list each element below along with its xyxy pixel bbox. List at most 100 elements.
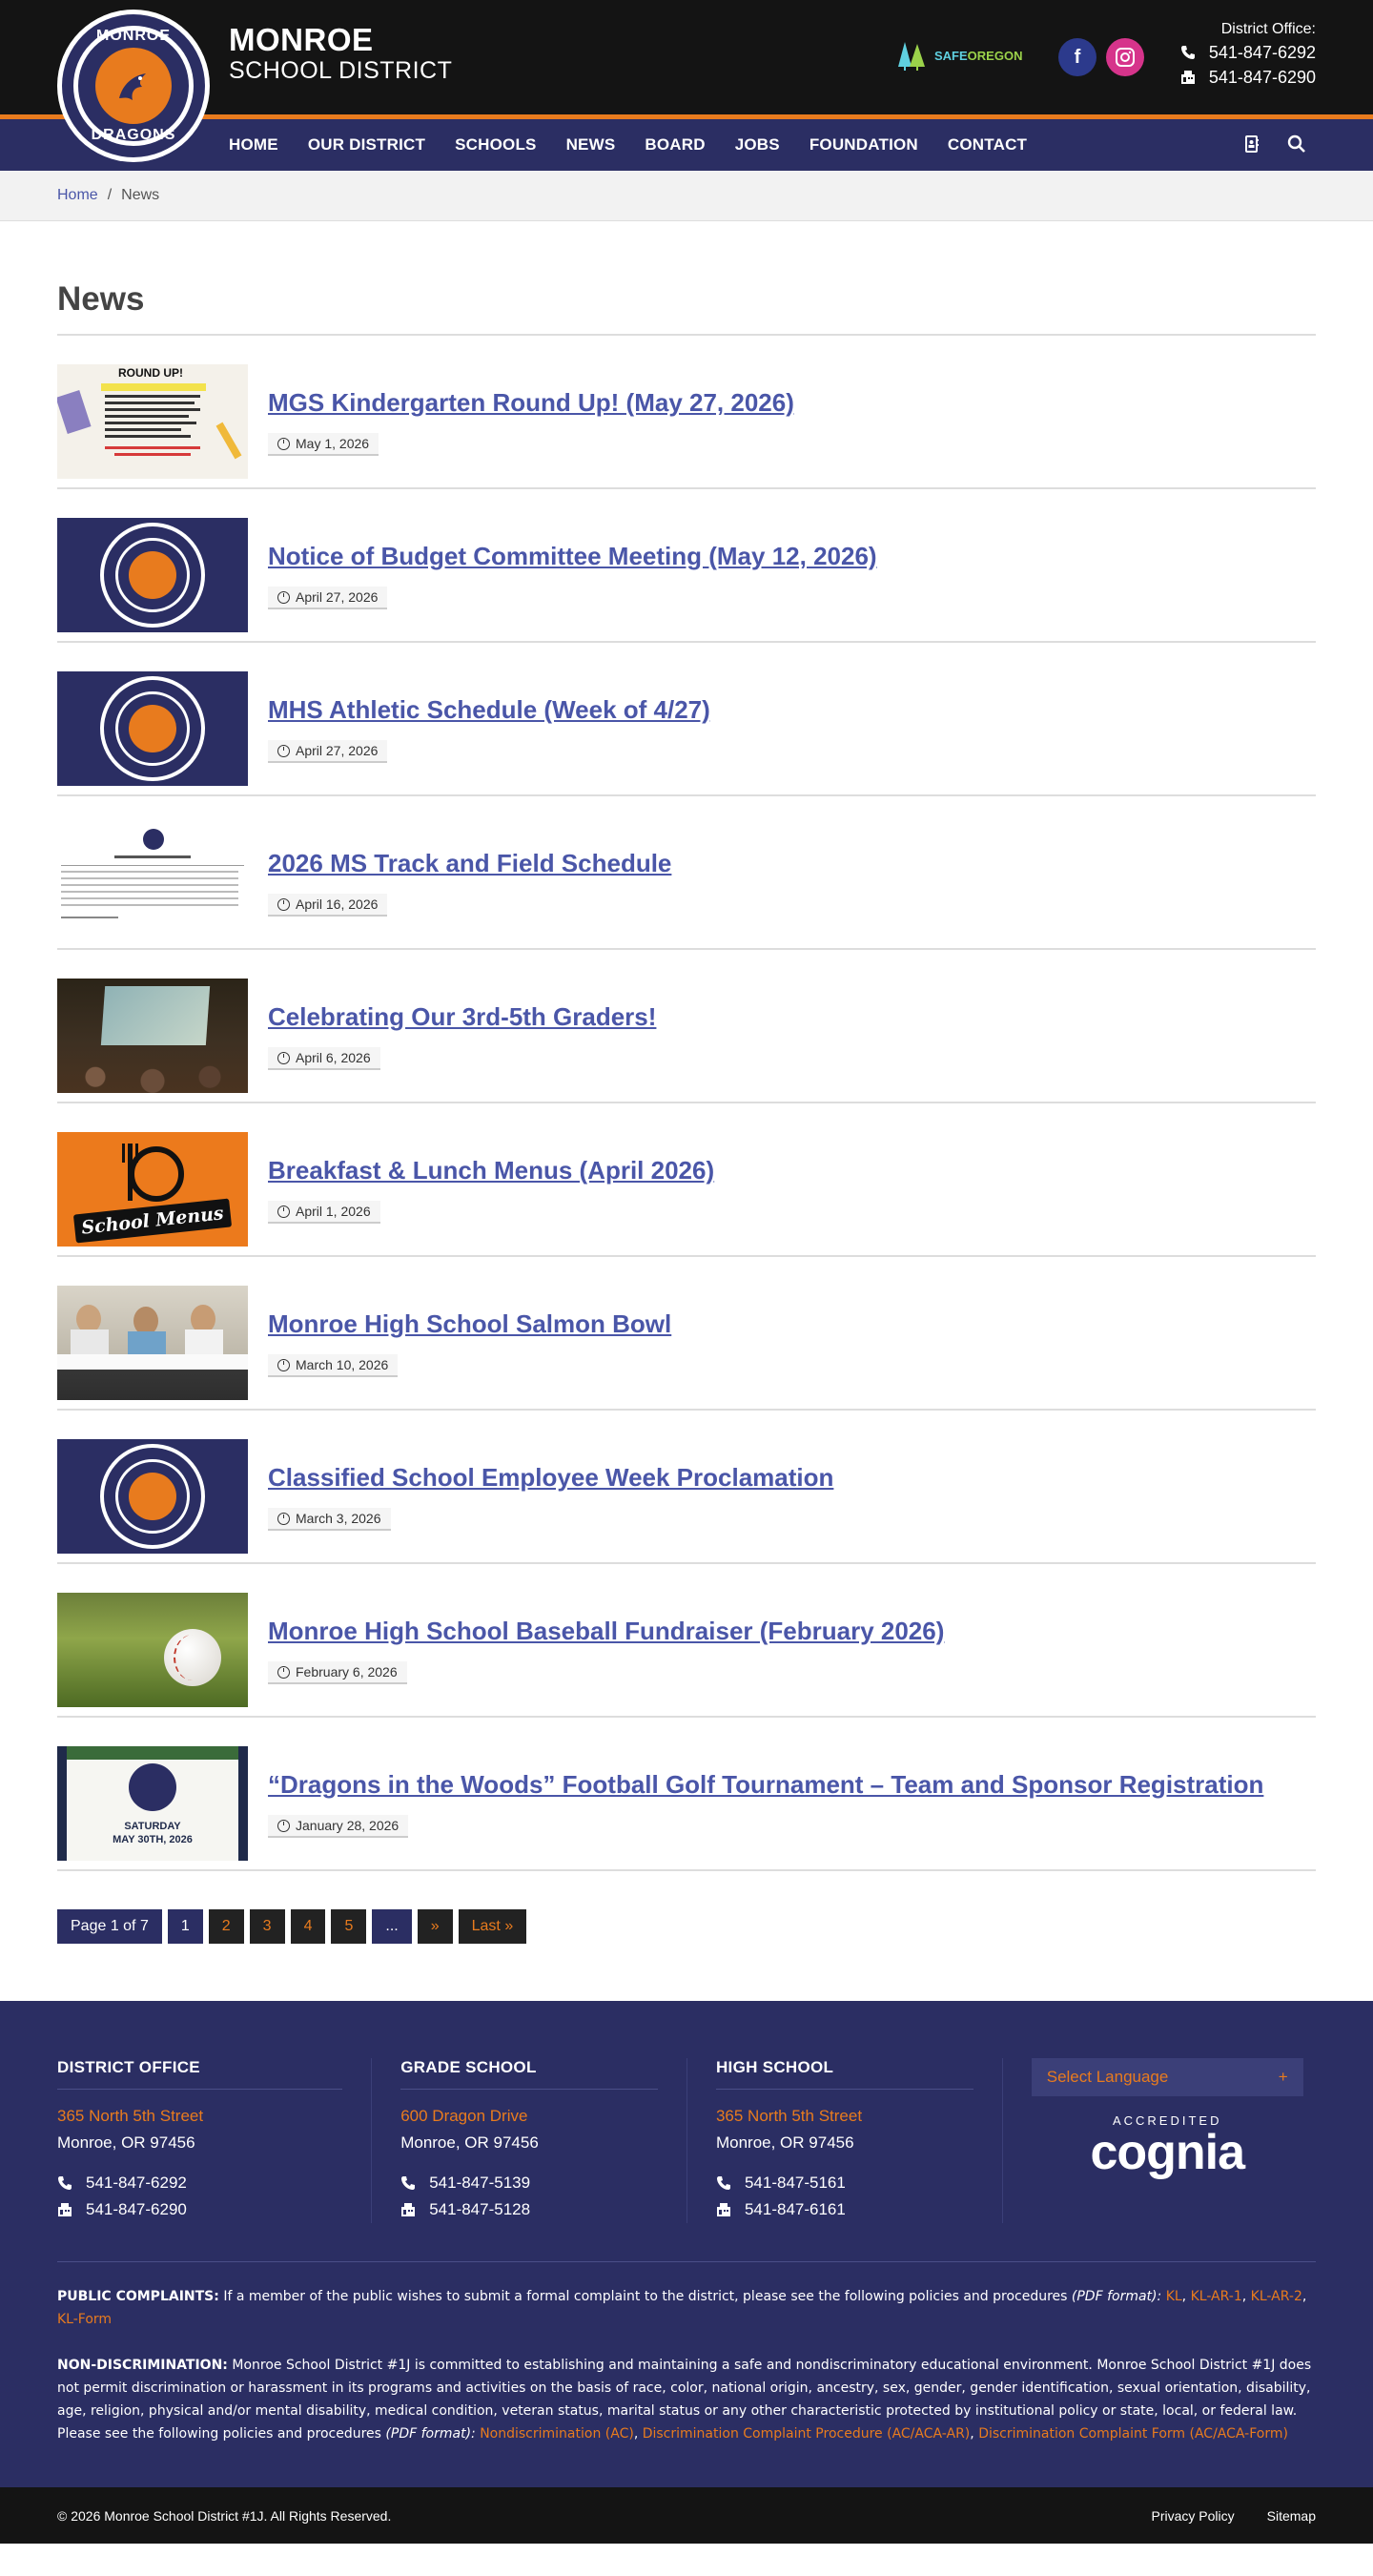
- footer-col-title: DISTRICT OFFICE: [57, 2058, 343, 2090]
- breadcrumb-current: News: [121, 187, 160, 203]
- privacy-policy-link[interactable]: Privacy Policy: [1152, 2508, 1235, 2524]
- news-item: Classified School Employee Week Proclama…: [57, 1411, 1316, 1564]
- footer-grade-school: GRADE SCHOOL 600 Dragon Drive Monroe, OR…: [371, 2058, 686, 2223]
- news-thumbnail[interactable]: [57, 671, 248, 786]
- pagination-last[interactable]: Last »: [458, 1909, 527, 1944]
- brand-name[interactable]: MONROE SCHOOL DISTRICT: [229, 23, 453, 85]
- news-item: School Menus Breakfast & Lunch Menus (Ap…: [57, 1103, 1316, 1257]
- search-icon[interactable]: [1287, 134, 1306, 157]
- nav-contact[interactable]: CONTACT: [948, 135, 1027, 155]
- pagination: Page 1 of 7 1 2 3 4 5 ... » Last »: [57, 1909, 1316, 1944]
- footer-phone-link[interactable]: 541-847-5161: [745, 2170, 846, 2196]
- office-phone-link[interactable]: 541-847-6292: [1209, 40, 1316, 65]
- directory-icon[interactable]: [1243, 134, 1260, 157]
- safe-oregon-text-a: SAFE: [934, 48, 968, 63]
- footer-address-link[interactable]: 365 North 5th Street: [57, 2103, 342, 2130]
- nav-foundation[interactable]: FOUNDATION: [809, 135, 918, 155]
- nav-our-district[interactable]: OUR DISTRICT: [308, 135, 425, 155]
- policy-link-kl-ar-2[interactable]: KL-AR-2: [1251, 2289, 1302, 2304]
- policy-link-kl[interactable]: KL: [1166, 2289, 1182, 2304]
- policy-link-ac-aca-ar[interactable]: Discrimination Complaint Procedure (AC/A…: [643, 2426, 971, 2442]
- nav-schools[interactable]: SCHOOLS: [455, 135, 536, 155]
- pagination-page-3[interactable]: 3: [249, 1909, 285, 1944]
- cognia-wordmark: cognia: [1090, 2125, 1245, 2180]
- footer-phone-link[interactable]: 541-847-6292: [86, 2170, 187, 2196]
- news-title-link[interactable]: Notice of Budget Committee Meeting (May …: [268, 541, 877, 571]
- logo-top-text: MONROE: [96, 28, 171, 44]
- news-title-link[interactable]: Celebrating Our 3rd-5th Graders!: [268, 1001, 656, 1032]
- dragon-icon: [119, 73, 146, 100]
- nav-jobs[interactable]: JOBS: [735, 135, 780, 155]
- safe-oregon-text-b: OREGON: [967, 48, 1023, 63]
- news-title-link[interactable]: “Dragons in the Woods” Football Golf Tou…: [268, 1769, 1263, 1800]
- clock-icon: [277, 590, 290, 604]
- pagination-page-4[interactable]: 4: [290, 1909, 326, 1944]
- news-date: January 28, 2026: [268, 1815, 409, 1838]
- news-thumbnail[interactable]: ROUND UP!: [57, 364, 248, 479]
- news-title-link[interactable]: MHS Athletic Schedule (Week of 4/27): [268, 694, 710, 725]
- footer-policies: PUBLIC COMPLAINTS: If a member of the pu…: [0, 2262, 1373, 2445]
- clock-icon: [277, 1205, 290, 1218]
- news-thumbnail[interactable]: [57, 518, 248, 632]
- news-thumbnail[interactable]: [57, 1439, 248, 1554]
- safe-oregon-link[interactable]: SAFEOREGON: [896, 40, 1022, 71]
- footer-col-title: GRADE SCHOOL: [400, 2058, 658, 2090]
- footer-address-link[interactable]: 600 Dragon Drive: [400, 2103, 658, 2130]
- footer-district-office: DISTRICT OFFICE 365 North 5th Street Mon…: [57, 2058, 371, 2223]
- footer-city: Monroe, OR 97456: [57, 2133, 195, 2152]
- fax-icon: [58, 2203, 72, 2216]
- news-thumbnail[interactable]: [57, 825, 248, 939]
- dragon-icon: [129, 1473, 176, 1520]
- safe-oregon-icon: [896, 40, 931, 71]
- pagination-page-1[interactable]: 1: [167, 1909, 203, 1944]
- facebook-icon[interactable]: f: [1058, 38, 1096, 76]
- logo-bottom-text: DRAGONS: [91, 127, 176, 143]
- policy-link-kl-ar-1[interactable]: KL-AR-1: [1191, 2289, 1242, 2304]
- footer-address-link[interactable]: 365 North 5th Street: [716, 2103, 973, 2130]
- news-date: April 6, 2026: [268, 1047, 380, 1070]
- flyer-title: ROUND UP!: [118, 366, 183, 380]
- news-thumbnail[interactable]: [57, 979, 248, 1093]
- pagination-page-5[interactable]: 5: [331, 1909, 367, 1944]
- nav-home[interactable]: HOME: [229, 135, 278, 155]
- dragon-icon: [129, 705, 176, 752]
- footer-high-school: HIGH SCHOOL 365 North 5th Street Monroe,…: [686, 2058, 1002, 2223]
- pagination-status: Page 1 of 7: [57, 1909, 162, 1944]
- nav-board[interactable]: BOARD: [645, 135, 705, 155]
- news-title-link[interactable]: Breakfast & Lunch Menus (April 2026): [268, 1155, 714, 1185]
- instagram-icon[interactable]: [1106, 38, 1144, 76]
- footer-extras: Select Language + ACCREDITED cognia: [1001, 2058, 1316, 2223]
- dragon-icon: [129, 551, 176, 599]
- news-listing: News ROUND UP! MGS Kindergarten Round Up…: [0, 221, 1373, 2001]
- policy-link-kl-form[interactable]: KL-Form: [57, 2312, 112, 2327]
- sitemap-link[interactable]: Sitemap: [1267, 2508, 1316, 2524]
- news-item: Monroe High School Salmon Bowl March 10,…: [57, 1257, 1316, 1411]
- brand-line-2: SCHOOL DISTRICT: [229, 57, 453, 84]
- news-thumbnail[interactable]: [57, 1593, 248, 1707]
- cognia-logo[interactable]: ACCREDITED cognia: [1032, 2113, 1303, 2177]
- district-logo[interactable]: MONROE DRAGONS: [57, 10, 210, 162]
- clock-icon: [277, 744, 290, 757]
- news-thumbnail[interactable]: SATURDAY MAY 30TH, 2026: [57, 1746, 248, 1861]
- language-select[interactable]: Select Language +: [1031, 2058, 1303, 2096]
- footer-phone-link[interactable]: 541-847-5139: [429, 2170, 530, 2196]
- breadcrumb-home[interactable]: Home: [57, 187, 98, 204]
- nav-news[interactable]: NEWS: [566, 135, 616, 155]
- news-title-link[interactable]: 2026 MS Track and Field Schedule: [268, 848, 671, 878]
- news-title-link[interactable]: Classified School Employee Week Proclama…: [268, 1462, 833, 1493]
- news-thumbnail[interactable]: [57, 1286, 248, 1400]
- news-title-link[interactable]: MGS Kindergarten Round Up! (May 27, 2026…: [268, 387, 794, 418]
- news-thumbnail[interactable]: School Menus: [57, 1132, 248, 1247]
- news-date: April 27, 2026: [268, 587, 388, 609]
- policy-link-ac[interactable]: Nondiscrimination (AC): [480, 2426, 634, 2442]
- news-title-link[interactable]: Monroe High School Salmon Bowl: [268, 1309, 671, 1339]
- dragon-icon: [129, 1763, 176, 1811]
- pagination-page-2[interactable]: 2: [208, 1909, 244, 1944]
- policy-link-ac-aca-form[interactable]: Discrimination Complaint Form (AC/ACA-Fo…: [978, 2426, 1288, 2442]
- pagination-next[interactable]: »: [417, 1909, 453, 1944]
- news-item: Monroe High School Baseball Fundraiser (…: [57, 1564, 1316, 1718]
- phone-icon: [716, 2176, 730, 2190]
- clock-icon: [277, 1358, 290, 1371]
- news-title-link[interactable]: Monroe High School Baseball Fundraiser (…: [268, 1616, 944, 1646]
- phone-icon: [401, 2176, 416, 2190]
